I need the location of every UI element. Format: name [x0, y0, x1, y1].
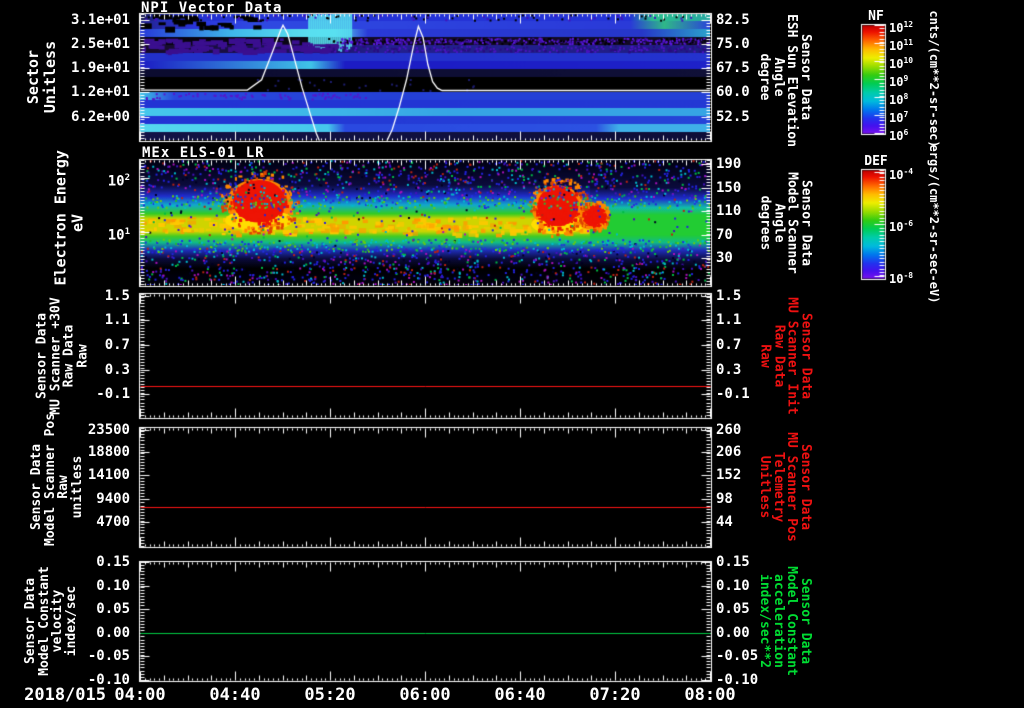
x-tick-label: 06:00 [399, 685, 451, 705]
axis-label-left: Sensor Data Model Scanner Pos Raw unitless [29, 412, 85, 546]
axis-label-right: Sensor Data MU Scanner Init Raw Data Raw [757, 296, 814, 415]
axis-label-right: Sensor Data Model Scanner Angle degrees [757, 171, 814, 274]
axis-label-left: Sensor Data Model Constant velocity index/s… [23, 566, 79, 676]
axes-overlay-canvas [0, 0, 1024, 708]
y-tick-label-left: 1.2e+01 [70, 84, 130, 101]
colorbar-tick-label: 1010 [889, 55, 914, 71]
y-tick-label-left: 6.2e+00 [70, 108, 130, 125]
colorbar-tick-label: 109 [889, 74, 909, 89]
colorbar-tick-label: 10-4 [889, 167, 914, 183]
x-tick-label: 08:00 [684, 685, 736, 705]
x-tick-label: 05:20 [304, 685, 356, 705]
y-tick-label-left: 2.5e+01 [70, 35, 130, 52]
colorbar-tick-label: 1011 [889, 38, 914, 53]
x-axis-date-label: 2018/015 [24, 685, 106, 705]
colorbar-tick-label: 1012 [889, 20, 914, 35]
panel-title-npi: NPI Vector Data [141, 0, 283, 16]
colorbar-tick-label: 107 [889, 109, 909, 125]
axis-label-right: Sensor Data ESH Sun Elevation Angle degree [757, 14, 814, 148]
y-tick-label-left: 1.9e+01 [70, 60, 130, 77]
x-tick-label: 06:40 [494, 685, 546, 705]
axis-label-right: Sensor Data Model Constant acceleration ind… [757, 566, 814, 676]
plot-screen: NPI Vector Data MEx ELS-01 LR 2018/015 N… [0, 0, 1024, 708]
colorbar-tick-label: 106 [889, 128, 909, 143]
axis-label-right: Sensor Data MU Scanner Pos Telemetry Unitle… [757, 432, 814, 542]
x-tick-label: 04:40 [209, 685, 261, 705]
colorbar-tick-label: 10-6 [889, 219, 914, 234]
axis-label-left: Sector Unitless [24, 40, 59, 114]
x-tick-label: 07:20 [589, 685, 641, 705]
y-tick-label-left: 3.1e+01 [70, 12, 130, 29]
colorbar-nf-unit-label: cnts/(cm**2-sr-sec) [927, 10, 941, 148]
axis-label-left: Electron Energy eV [51, 149, 86, 285]
x-tick-label: 04:00 [114, 685, 166, 705]
colorbar-tick-label: 108 [889, 92, 909, 107]
colorbar-tick-label: 10-8 [889, 270, 914, 286]
panel-title-els: MEx ELS-01 LR [142, 145, 265, 161]
axis-label-left: Sensor Data MU Scanner +30V Raw Data Raw [34, 296, 90, 415]
colorbar-def-unit-label: ergs/(cm**2-sr-sec-eV) [927, 144, 941, 304]
